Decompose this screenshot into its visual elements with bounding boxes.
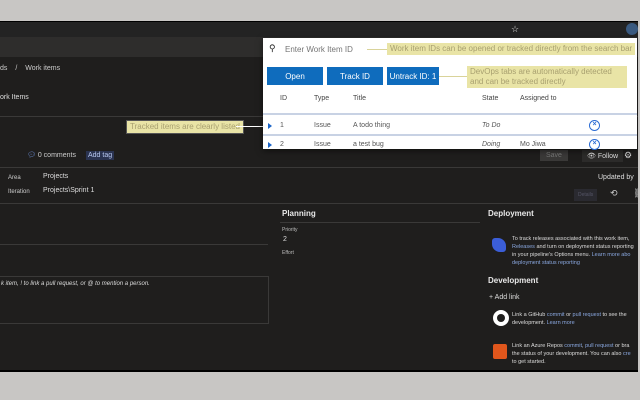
open-button[interactable]: Open (267, 67, 323, 85)
text: Link a GitHub (512, 312, 547, 318)
callout-tabs: DevOps tabs are automatically detected a… (467, 66, 627, 88)
remove-icon[interactable]: × (589, 139, 600, 150)
text: to see the (600, 312, 627, 318)
column-state: State (482, 95, 499, 102)
github-icon (493, 310, 509, 326)
add-link-button[interactable]: + Add link (489, 294, 520, 301)
divider (0, 244, 268, 245)
create-link[interactable]: cre (623, 351, 631, 357)
row-type: Issue (314, 141, 331, 148)
deployment-text: To track releases associated with this w… (512, 235, 634, 267)
iteration-label: Iteration (8, 189, 30, 195)
text: or (564, 312, 573, 318)
text: the status of your development. You can … (512, 351, 623, 357)
follow-button[interactable]: 👁︎ Follow (582, 150, 624, 162)
plus-icon: + (489, 294, 494, 301)
tracked-item-row[interactable]: 1 Issue A todo thing To Do × (263, 113, 637, 135)
deployment-heading: Deployment (488, 209, 534, 218)
add-link-label: Add link (494, 294, 520, 301)
eye-icon: 👁︎ (587, 153, 596, 160)
browser-window: ☆ ds / Work items ork Items 💬︎ 0 comment… (0, 21, 638, 372)
text-line: in your pipeline's Options menu. (512, 252, 592, 258)
discussion-input[interactable]: k item, ! to link a pull request, or @ t… (0, 276, 269, 324)
effort-label: Effort (282, 250, 294, 256)
untrack-id-button[interactable]: Untrack ID: 1 (387, 67, 439, 85)
comments-count: 0 comments (37, 152, 76, 159)
row-id: 1 (280, 122, 284, 129)
commit-link[interactable]: commit (547, 312, 565, 318)
planning-heading: Planning (282, 209, 316, 218)
azure-repos-icon (493, 344, 507, 359)
learn-more-link[interactable]: Learn more (547, 320, 575, 326)
callout-search: Work item IDs can be opened or tracked d… (387, 43, 636, 55)
row-assigned: Mo Jiwa (520, 141, 546, 148)
search-icon: ⚲ (269, 43, 276, 53)
callout-line (236, 126, 263, 127)
browser-toolbar: ☆ (0, 22, 638, 37)
expand-icon[interactable] (268, 123, 272, 129)
text: development. (512, 320, 547, 326)
row-state: Doing (482, 141, 501, 148)
remove-icon[interactable]: × (589, 120, 600, 131)
text-line: To track releases associated with this w… (512, 236, 630, 242)
follow-label: Follow (597, 153, 619, 160)
star-icon[interactable]: ☆ (511, 24, 519, 35)
callout-line (367, 49, 387, 50)
pull-request-link[interactable]: pull request (573, 312, 601, 318)
column-title: Title (353, 95, 366, 102)
callout-tracked-items: Tracked items are clearly listed (126, 120, 244, 134)
development-heading: Development (488, 276, 539, 285)
updated-by: Updated by (598, 174, 634, 181)
row-state: To Do (482, 122, 501, 129)
text: Link an Azure Repos (512, 343, 565, 349)
deployment-status-link[interactable]: deployment status reporting (512, 259, 634, 267)
column-type: Type (314, 95, 330, 102)
releases-link[interactable]: Releases (512, 244, 535, 250)
breadcrumb-separator: / (15, 65, 18, 72)
divider (0, 203, 638, 204)
work-item-id-input[interactable] (285, 42, 375, 56)
text: to get started. (512, 359, 546, 365)
breadcrumb-work-items[interactable]: Work items (25, 65, 60, 72)
column-id: ID (280, 95, 287, 102)
column-assigned: Assigned to (520, 95, 557, 102)
details-tab[interactable]: Details (574, 189, 598, 201)
save-button[interactable]: Save (540, 150, 568, 161)
github-text: Link a GitHub commit or pull request to … (512, 311, 627, 327)
text: or bra (613, 343, 630, 349)
track-id-button[interactable]: Track ID (327, 67, 383, 85)
text-line: and turn on deployment status reporting (534, 244, 634, 250)
comments-link[interactable]: 💬︎ 0 comments (27, 151, 76, 159)
area-field[interactable]: Projects (43, 173, 68, 180)
azure-text: Link an Azure Repos commit, pull request… (512, 342, 631, 366)
divider (280, 222, 480, 223)
breadcrumb: ds / Work items (0, 65, 60, 72)
learn-more-link[interactable]: Learn more abo (592, 252, 631, 258)
priority-label: Priority (282, 227, 298, 233)
row-id: 2 (280, 141, 284, 148)
breadcrumb-item[interactable]: ds (0, 65, 7, 72)
priority-field[interactable]: 2 (283, 236, 287, 243)
tracked-item-row[interactable]: 2 Issue a test bug Doing Mo Jiwa × (263, 134, 637, 150)
area-label: Area (8, 175, 21, 181)
link-icon[interactable]: ⛓ (633, 188, 638, 199)
row-title[interactable]: A todo thing (353, 122, 390, 129)
iteration-field[interactable]: Projects\Sprint 1 (43, 187, 94, 194)
callout-line (439, 76, 469, 77)
row-type: Issue (314, 122, 331, 129)
discussion-placeholder: k item, ! to link a pull request, or @ t… (1, 281, 150, 287)
history-icon[interactable]: ⟲ (610, 188, 618, 199)
extension-popup: ⚲ Work item IDs can be opened or tracked… (263, 38, 637, 150)
rocket-icon (492, 238, 506, 252)
expand-icon[interactable] (268, 142, 272, 148)
commit-link[interactable]: commit (564, 343, 582, 349)
comment-icon: 💬︎ (27, 152, 36, 159)
pull-request-link[interactable]: pull request (585, 343, 613, 349)
add-tag-button[interactable]: Add tag (86, 151, 115, 160)
section-title: ork Items (0, 94, 29, 101)
settings-icon[interactable]: ⚙ (624, 150, 632, 161)
row-title[interactable]: a test bug (353, 141, 384, 148)
extension-icon[interactable] (626, 23, 638, 35)
divider (0, 167, 638, 168)
